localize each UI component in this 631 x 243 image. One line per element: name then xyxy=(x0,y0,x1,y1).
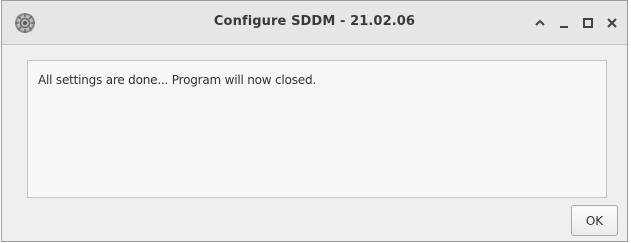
message-text: All settings are done... Program will no… xyxy=(38,73,316,87)
dialog-window: Configure SDDM - 21.02.06 All settings a… xyxy=(1,0,628,242)
close-icon[interactable] xyxy=(605,14,619,32)
maximize-icon[interactable] xyxy=(581,14,595,32)
title-bar[interactable]: Configure SDDM - 21.02.06 xyxy=(2,1,627,45)
chevron-up-icon[interactable] xyxy=(533,14,547,32)
minimize-icon[interactable] xyxy=(557,14,571,32)
ok-button[interactable]: OK xyxy=(571,205,618,236)
message-panel: All settings are done... Program will no… xyxy=(27,60,607,198)
window-controls xyxy=(533,13,619,33)
